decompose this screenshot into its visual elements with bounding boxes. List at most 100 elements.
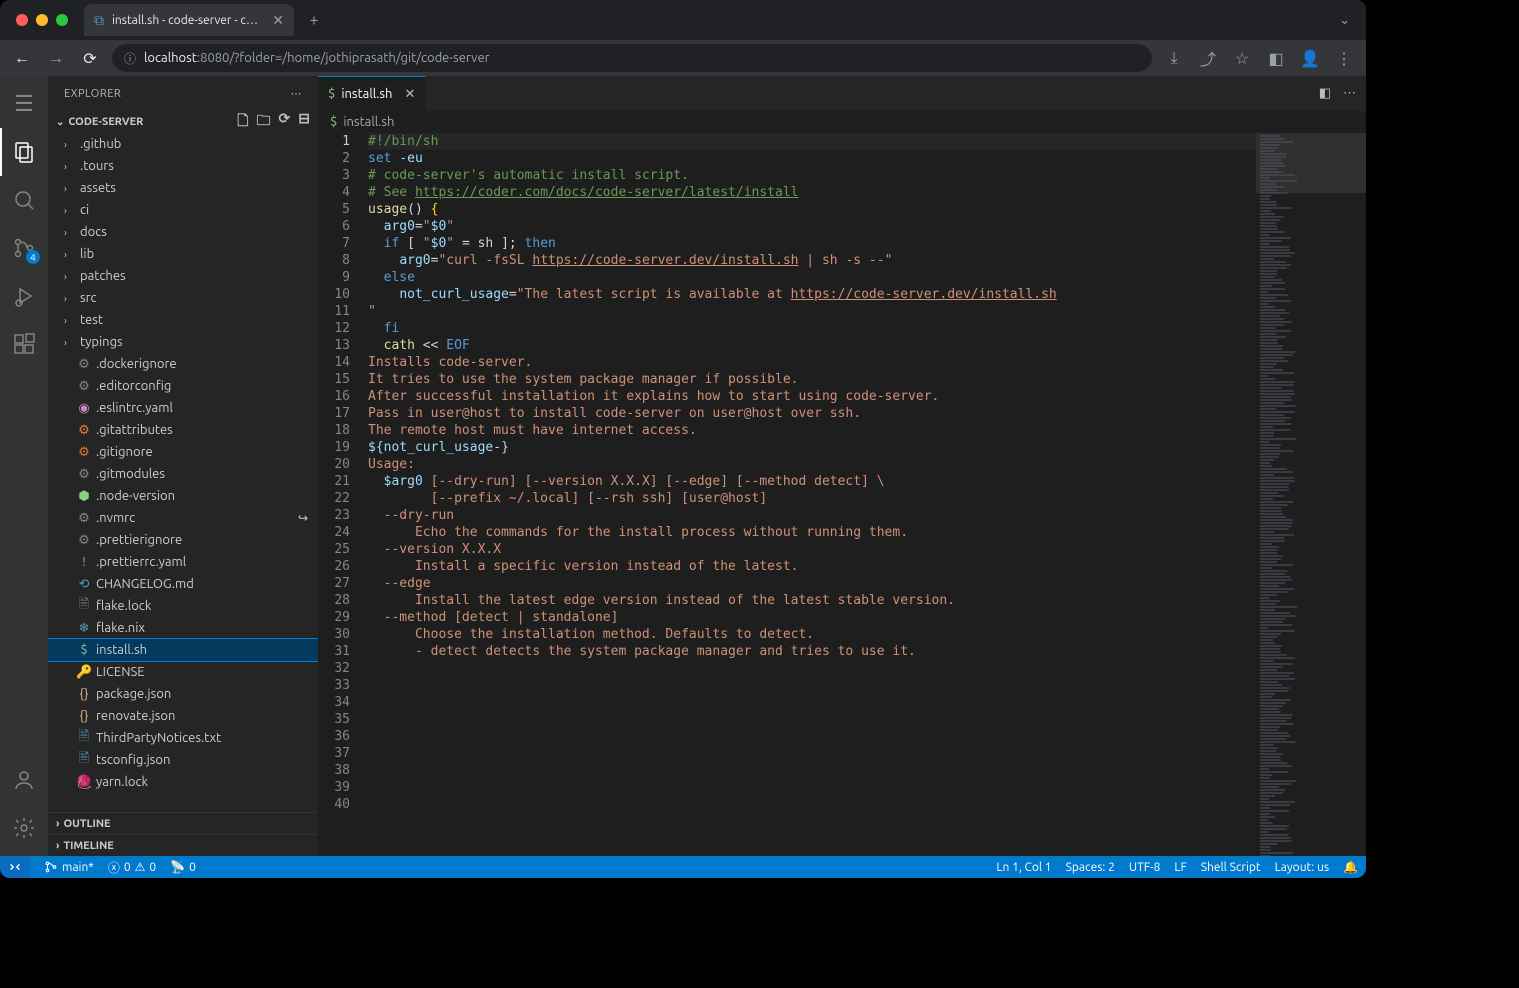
tree-item-test[interactable]: ›test [48, 309, 318, 331]
file-label: .eslintrc.yaml [96, 401, 173, 415]
tree-item-package-json[interactable]: {}package.json [48, 683, 318, 705]
tree-item--eslintrc-yaml[interactable]: ◉.eslintrc.yaml [48, 397, 318, 419]
window-minimize-button[interactable] [36, 14, 48, 26]
chevron-right-icon: › [56, 818, 59, 830]
tree-item-ci[interactable]: ›ci [48, 199, 318, 221]
search-icon[interactable] [0, 176, 48, 224]
tree-item--prettierignore[interactable]: ⚙.prettierignore [48, 529, 318, 551]
tree-item-patches[interactable]: ›patches [48, 265, 318, 287]
file-label: .dockerignore [96, 357, 177, 371]
tree-item-install-sh[interactable]: $install.sh [48, 639, 318, 661]
accounts-icon[interactable] [0, 756, 48, 804]
tree-item--gitignore[interactable]: ⚙.gitignore [48, 441, 318, 463]
breadcrumbs[interactable]: $ install.sh [318, 111, 1366, 133]
browser-tab-strip: ⧉ install.sh - code-server - co… ✕ + ⌄ [0, 0, 1366, 40]
extensions-icon[interactable] [0, 320, 48, 368]
tree-item-renovate-json[interactable]: {}renovate.json [48, 705, 318, 727]
chrome-menu-icon[interactable]: ⋮ [1332, 49, 1356, 68]
tree-item--github[interactable]: ›.github [48, 133, 318, 155]
remote-indicator[interactable] [0, 856, 30, 878]
folder-label: patches [80, 269, 126, 283]
side-panel-icon[interactable]: ◧ [1264, 49, 1288, 68]
tree-item-thirdpartynotices-txt[interactable]: 🗎ThirdPartyNotices.txt [48, 727, 318, 749]
outline-section[interactable]: › OUTLINE [48, 812, 318, 834]
tree-item-changelog-md[interactable]: ⟲CHANGELOG.md [48, 573, 318, 595]
collapse-all-icon[interactable]: ⊟ [298, 110, 310, 134]
tree-item-assets[interactable]: ›assets [48, 177, 318, 199]
window-maximize-button[interactable] [56, 14, 68, 26]
git-branch-status[interactable]: main* [44, 860, 94, 874]
forward-button[interactable]: → [44, 49, 68, 68]
problems-status[interactable]: ⓧ0 ⚠0 [108, 859, 156, 876]
browser-tab-active[interactable]: ⧉ install.sh - code-server - co… ✕ [84, 4, 294, 36]
notifications-icon[interactable]: 🔔 [1343, 860, 1358, 874]
settings-gear-icon[interactable] [0, 804, 48, 852]
tree-item-tsconfig-json[interactable]: 🗎tsconfig.json [48, 749, 318, 771]
language-mode[interactable]: Shell Script [1201, 861, 1261, 874]
sidebar-more-icon[interactable]: ⋯ [291, 87, 303, 100]
eol-status[interactable]: LF [1174, 861, 1186, 874]
file-icon: 🧶 [76, 775, 92, 790]
refresh-icon[interactable]: ⟳ [279, 110, 291, 134]
file-tree[interactable]: ›.github›.tours›assets›ci›docs›lib›patch… [48, 133, 318, 812]
indentation-status[interactable]: Spaces: 2 [1066, 861, 1115, 874]
tree-item--dockerignore[interactable]: ⚙ .dockerignore [48, 353, 318, 375]
install-app-icon[interactable]: ⤓ [1162, 49, 1186, 68]
run-debug-icon[interactable] [0, 272, 48, 320]
new-file-icon[interactable]: 🗋 [237, 110, 248, 134]
back-button[interactable]: ← [10, 49, 34, 68]
profile-icon[interactable]: 👤 [1298, 49, 1322, 68]
file-icon: ! [76, 555, 92, 569]
explorer-icon[interactable] [0, 128, 48, 176]
tree-item-flake-nix[interactable]: ❄flake.nix [48, 617, 318, 639]
url-input[interactable]: ⓘ localhost:8080/?folder=/home/jothipras… [112, 44, 1152, 72]
tree-item--nvmrc[interactable]: ⚙.nvmrc↪ [48, 507, 318, 529]
tree-item-lib[interactable]: ›lib [48, 243, 318, 265]
keyboard-layout[interactable]: Layout: us [1275, 861, 1329, 874]
ports-status[interactable]: 📡0 [170, 860, 196, 874]
chevron-down-icon: ⌄ [56, 116, 64, 128]
share-icon[interactable]: ⤴ [1196, 46, 1220, 70]
tree-item-flake-lock[interactable]: 🗎flake.lock [48, 595, 318, 617]
browser-tab-close-icon[interactable]: ✕ [272, 12, 284, 29]
tree-item--node-version[interactable]: ⬢.node-version [48, 485, 318, 507]
tree-item-license[interactable]: 🔑LICENSE [48, 661, 318, 683]
shell-file-icon: $ [328, 87, 335, 101]
tree-item--prettierrc-yaml[interactable]: !.prettierrc.yaml [48, 551, 318, 573]
chevron-right-icon: › [64, 227, 76, 238]
timeline-section[interactable]: › TIMELINE [48, 834, 318, 856]
tree-item-src[interactable]: ›src [48, 287, 318, 309]
new-folder-icon[interactable]: 🗀 [257, 110, 271, 134]
cursor-position[interactable]: Ln 1, Col 1 [996, 861, 1051, 874]
site-info-icon[interactable]: ⓘ [124, 50, 136, 67]
tree-item--gitmodules[interactable]: ⚙.gitmodules [48, 463, 318, 485]
tree-item--tours[interactable]: ›.tours [48, 155, 318, 177]
editor-more-icon[interactable]: ⋯ [1343, 86, 1356, 101]
folder-header[interactable]: ⌄ CODE-SERVER 🗋 🗀 ⟳ ⊟ [48, 111, 318, 133]
tree-item-docs[interactable]: ›docs [48, 221, 318, 243]
window-close-button[interactable] [16, 14, 28, 26]
bookmark-icon[interactable]: ☆ [1230, 49, 1254, 68]
reload-button[interactable]: ⟳ [78, 49, 102, 68]
tree-item--editorconfig[interactable]: ⚙.editorconfig [48, 375, 318, 397]
tree-item--gitattributes[interactable]: ⚙.gitattributes [48, 419, 318, 441]
source-control-icon[interactable]: 4 [0, 224, 48, 272]
chevron-right-icon: › [64, 315, 76, 326]
file-icon: ⚙ [76, 379, 92, 394]
close-tab-icon[interactable]: ✕ [404, 87, 415, 102]
new-tab-button[interactable]: + [300, 6, 328, 34]
editor-tab-install-sh[interactable]: $ install.sh ✕ [318, 76, 426, 111]
code-content[interactable]: #!/bin/shset -eu# code-server's automati… [368, 133, 1256, 856]
split-editor-icon[interactable]: ◧ [1319, 86, 1331, 101]
file-icon: ⬢ [76, 489, 92, 504]
editor-body[interactable]: 1234567891011121314151617181920212223242… [318, 133, 1366, 856]
file-icon: ⚙ [76, 357, 92, 372]
tree-item-typings[interactable]: ›typings [48, 331, 318, 353]
menu-toggle-icon[interactable]: ☰ [0, 80, 48, 128]
tab-list-button[interactable]: ⌄ [1331, 13, 1358, 28]
minimap[interactable] [1256, 133, 1366, 856]
tree-item-yarn-lock[interactable]: 🧶yarn.lock [48, 771, 318, 793]
encoding-status[interactable]: UTF-8 [1129, 861, 1160, 874]
file-label: flake.nix [96, 621, 145, 635]
file-label: .gitattributes [96, 423, 173, 437]
